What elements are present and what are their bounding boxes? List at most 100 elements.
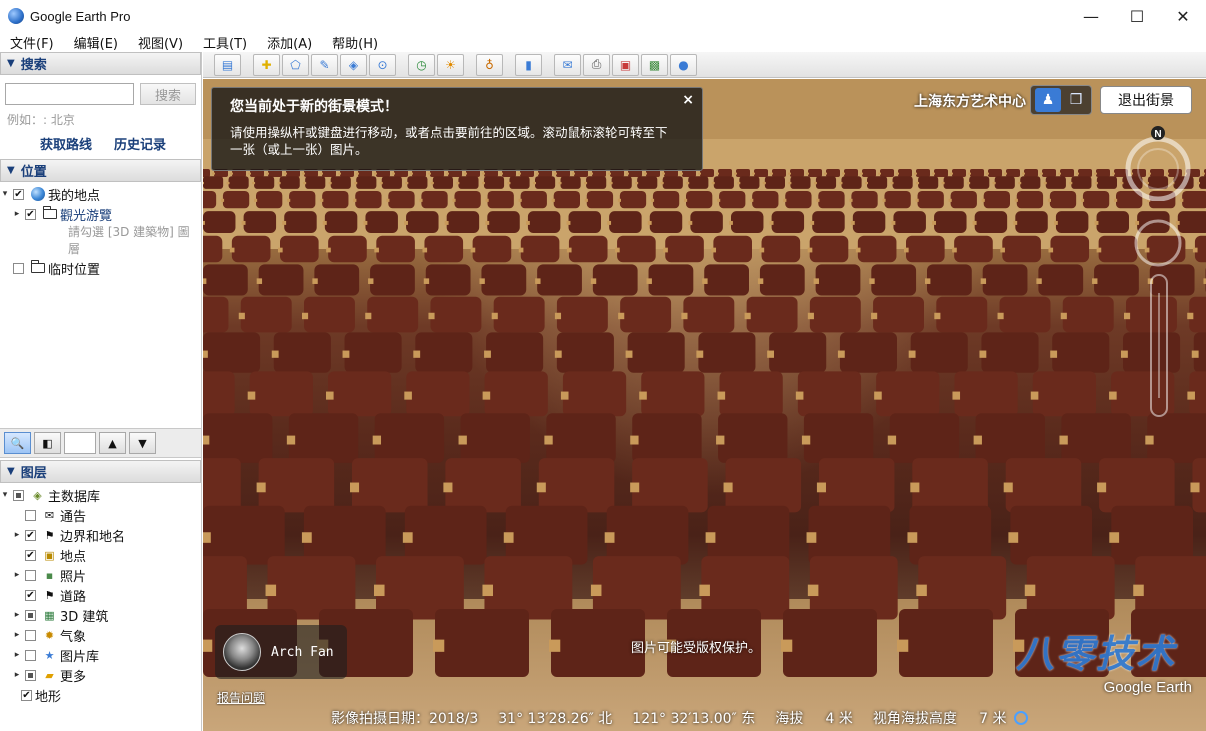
collapse-triangle-icon: ▼ [7, 466, 15, 477]
seat [435, 609, 529, 677]
expand-arrow-icon[interactable]: ▸ [12, 209, 22, 219]
checkbox-primary-db[interactable] [13, 489, 24, 501]
seat [203, 413, 273, 463]
layers-panel-header[interactable]: ▼ 图层 [0, 460, 201, 483]
move-down-button[interactable]: ▼ [129, 432, 156, 454]
street-view-viewport[interactable]: 您当前处于新的街景模式！ 请使用操纵杆或键盘进行移动，或者点击要前往的区域。滚动… [203, 79, 1206, 731]
seat [718, 413, 788, 463]
seat [818, 458, 895, 513]
seat [562, 371, 627, 417]
seat-armrest [635, 181, 639, 185]
add-overlay-button[interactable]: ◈ [340, 53, 367, 76]
planets-button[interactable]: ♁ [476, 53, 503, 76]
collapse-arrow-icon[interactable]: ▾ [0, 189, 10, 199]
zoom-slider[interactable] [1148, 273, 1170, 418]
search-panel-header[interactable]: ▼ 搜索 [0, 52, 201, 75]
layer-item[interactable]: ▸ ▦ 3D 建筑 [0, 605, 201, 625]
toggle-panel-button[interactable]: ◧ [34, 432, 61, 454]
checkbox-layer[interactable] [25, 649, 36, 661]
tree-item-tour[interactable]: ▸ ✔ 觀光游覽 [0, 204, 201, 224]
seat-armrest [1202, 172, 1205, 175]
expand-arrow-icon[interactable]: ▸ [12, 610, 22, 620]
minimize-button[interactable]: — [1068, 0, 1114, 32]
checkbox-layer[interactable] [25, 609, 36, 621]
print-button[interactable]: ⎙ [583, 53, 610, 76]
layer-item[interactable]: ✔ ⚑ 道路 [0, 585, 201, 605]
places-panel-header[interactable]: ▼ 位置 [0, 159, 201, 182]
expand-arrow-icon[interactable]: ▸ [12, 670, 22, 680]
exit-street-view-button[interactable]: 退出街景 [1100, 86, 1192, 114]
expand-arrow-icon[interactable]: ▸ [12, 630, 22, 640]
layer-item[interactable]: ▸ ✹ 气象 [0, 625, 201, 645]
seat [844, 169, 858, 177]
ruler-button[interactable]: ▮ [515, 53, 542, 76]
layer-item[interactable]: ▸ ▪ 照片 [0, 565, 201, 585]
layer-item[interactable]: ▸ ▰ 更多 [0, 665, 201, 685]
checkbox-layer[interactable]: ✔ [25, 529, 36, 541]
menu-edit[interactable]: 编辑(E) [64, 33, 128, 52]
menu-tools[interactable]: 工具(T) [193, 33, 257, 52]
checkbox-layer[interactable] [25, 629, 36, 641]
checkbox-layer[interactable]: ✔ [25, 589, 36, 601]
checkbox-tour[interactable]: ✔ [25, 208, 36, 220]
sunlight-button[interactable]: ☀ [437, 53, 464, 76]
seat-armrest [767, 350, 775, 358]
save-image-button[interactable]: ▣ [612, 53, 639, 76]
historical-imagery-button[interactable]: ◷ [408, 53, 435, 76]
layer-item[interactable]: ▸ ★ 图片库 [0, 645, 201, 665]
checkbox-temp-places[interactable] [13, 262, 24, 274]
seat-armrest [816, 198, 820, 202]
checkbox-layer[interactable]: ✔ [25, 549, 36, 561]
add-path-button[interactable]: ✎ [311, 53, 338, 76]
add-placemark-button[interactable]: ✚ [253, 53, 280, 76]
search-input[interactable] [5, 83, 134, 105]
checkbox-layer[interactable] [25, 509, 36, 521]
menu-file[interactable]: 文件(F) [0, 33, 64, 52]
expand-arrow-icon[interactable]: ▸ [12, 530, 22, 540]
menu-add[interactable]: 添加(A) [257, 33, 322, 52]
layer-item[interactable]: ✔ 地形 [0, 685, 201, 705]
move-up-button[interactable]: ▲ [99, 432, 126, 454]
seat-armrest [328, 181, 332, 185]
places-blank-field[interactable] [64, 432, 96, 454]
checkbox-layer[interactable]: ✔ [21, 689, 32, 701]
expand-arrow-icon[interactable]: ▸ [12, 650, 22, 660]
history-link[interactable]: 历史记录 [114, 134, 166, 153]
search-places-button[interactable]: 🔍 [4, 432, 31, 454]
menu-view[interactable]: 视图(V) [128, 33, 193, 52]
look-joystick[interactable] [1132, 217, 1184, 269]
get-directions-link[interactable]: 获取路线 [40, 134, 92, 153]
add-polygon-button[interactable]: ⬠ [282, 53, 309, 76]
menu-help[interactable]: 帮助(H) [322, 33, 388, 52]
tree-item-my-places[interactable]: ▾ ✔ 我的地点 [0, 184, 201, 204]
close-button[interactable]: ✕ [1160, 0, 1206, 32]
tree-item-temp-places[interactable]: 临时位置 [0, 258, 201, 278]
google-maps-button[interactable]: ● [670, 53, 697, 76]
checkbox-layer[interactable] [25, 569, 36, 581]
seat [279, 176, 300, 189]
person-view-icon[interactable]: ♟ [1035, 88, 1061, 112]
seat [764, 176, 785, 189]
tree-item-primary-db[interactable]: ▾ ◈ 主数据库 [0, 485, 201, 505]
seat [458, 176, 479, 189]
checkbox-my-places[interactable]: ✔ [13, 188, 24, 200]
sidebar-toggle-button[interactable]: ▤ [214, 53, 241, 76]
layer-item[interactable]: ▸ ✔ ⚑ 边界和地名 [0, 525, 201, 545]
collapse-arrow-icon[interactable]: ▾ [0, 490, 10, 500]
cube-view-icon[interactable]: ❒ [1065, 89, 1087, 111]
record-tour-button[interactable]: ⊙ [369, 53, 396, 76]
layer-item[interactable]: ✉ 通告 [0, 505, 201, 525]
maximize-button[interactable]: ☐ [1114, 0, 1160, 32]
compass-control[interactable]: N [1120, 125, 1196, 201]
movie-maker-button[interactable]: ▩ [641, 53, 668, 76]
expand-arrow-icon[interactable]: ▸ [12, 570, 22, 580]
layer-item[interactable]: ✔ ▣ 地点 [0, 545, 201, 565]
email-button[interactable]: ✉ [554, 53, 581, 76]
contributor-badge[interactable]: Arch Fan [215, 625, 347, 679]
seat-armrest [590, 172, 593, 175]
report-problem-link[interactable]: 报告问题 [217, 689, 265, 706]
seat-armrest [973, 435, 982, 445]
checkbox-layer[interactable] [25, 669, 36, 681]
search-button[interactable]: 搜索 [140, 83, 196, 105]
close-info-button[interactable]: × [682, 92, 694, 108]
